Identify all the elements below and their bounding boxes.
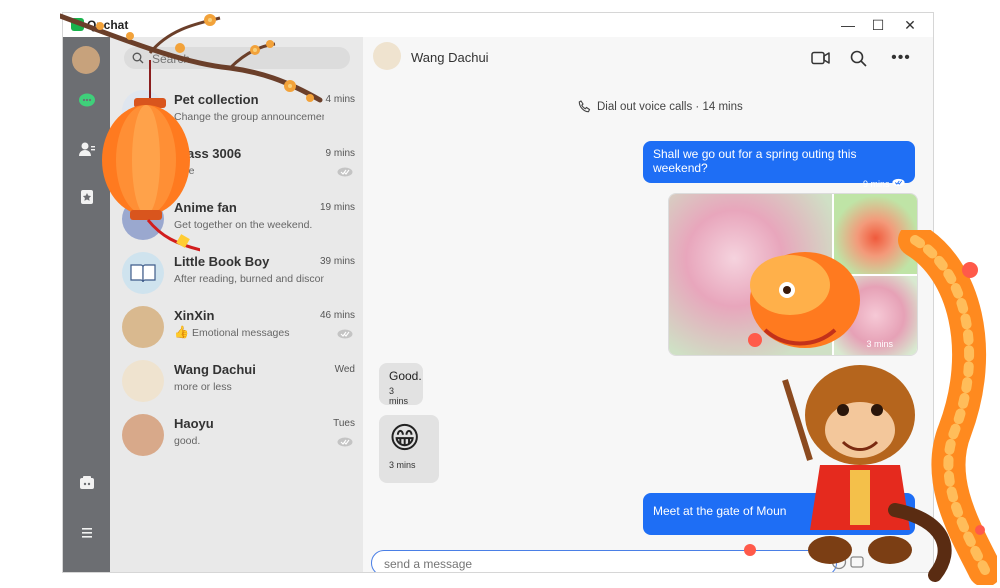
message-bubble-in[interactable]: 😁 3 mins xyxy=(379,415,439,483)
conversation-name: XinXin xyxy=(174,308,215,323)
conversation-item[interactable]: Wang Dachui more or less Wed xyxy=(110,355,363,409)
photo-red-flowers[interactable] xyxy=(834,194,917,274)
conversation-item[interactable]: Pet collection Change the group announce… xyxy=(110,85,363,139)
conversation-time: 19 mins xyxy=(319,202,355,213)
message-time: 3 mins xyxy=(866,339,893,349)
chat-header: Wang Dachui ••• xyxy=(363,37,933,79)
conversation-name: Anime fan xyxy=(174,200,237,215)
maximize-button[interactable]: ☐ xyxy=(863,15,893,35)
message-time: 3 mins xyxy=(389,386,409,406)
conversation-name: Class 3006 xyxy=(174,146,242,161)
conversation-time: Tues xyxy=(333,418,355,429)
avatar xyxy=(122,198,164,240)
conversation-item[interactable]: Little Book Boy After reading, burned an… xyxy=(110,247,363,301)
message-text: Meet at the gate of Moun xyxy=(653,504,787,518)
mini-program-icon[interactable] xyxy=(77,473,97,493)
message-input[interactable] xyxy=(382,554,806,572)
peer-avatar[interactable] xyxy=(373,42,401,70)
conversation-item[interactable]: Haoyu good. Tues xyxy=(110,409,363,463)
conversation-time: Wed xyxy=(334,364,355,375)
book-icon xyxy=(130,264,156,283)
conversation-preview: good. xyxy=(174,435,201,447)
chat-panel: Wang Dachui ••• Dial out voice calls · 1… xyxy=(363,37,933,572)
grin-emoji: 😁 xyxy=(389,422,421,455)
message-bubble-out[interactable]: Shall we go out for a spring outing this… xyxy=(643,141,915,189)
conversation-name: Haoyu xyxy=(174,416,214,431)
photo-cherry-blossom[interactable] xyxy=(669,194,832,355)
conversation-name: Pet collection xyxy=(174,92,259,107)
read-receipt-icon xyxy=(337,437,353,447)
conversation-time: 4 mins xyxy=(325,94,355,105)
message-composer[interactable] xyxy=(371,550,837,572)
conversation-time: 9 mins xyxy=(325,148,355,159)
search-input[interactable] xyxy=(150,49,344,69)
peer-name: Wang Dachui xyxy=(411,50,489,65)
conversation-list: Pet collection Change the group announce… xyxy=(110,37,363,572)
avatar xyxy=(122,144,164,186)
avatar xyxy=(122,90,164,132)
voice-icon[interactable] xyxy=(831,554,847,570)
conversation-preview: more or less xyxy=(174,381,232,393)
message-bubble-in[interactable]: Good. 3 mins xyxy=(379,363,423,406)
conversation-preview: Change the group announcement to“ ” xyxy=(174,111,324,123)
call-note-text: Dial out voice calls · 14 mins xyxy=(597,100,743,113)
close-button[interactable]: ✕ xyxy=(895,15,925,35)
read-receipt-icon xyxy=(892,178,905,187)
conversation-name: Wang Dachui xyxy=(174,362,256,377)
message-bubble-out[interactable]: Meet at the gate of Moun xyxy=(643,493,915,535)
phone-icon xyxy=(578,100,591,113)
avatar xyxy=(122,306,164,348)
minimize-button[interactable]: — xyxy=(833,15,863,35)
app-logo-icon xyxy=(71,18,84,31)
chat-search-button[interactable] xyxy=(846,47,870,69)
avatar xyxy=(122,252,164,294)
call-record[interactable]: Dial out voice calls · 14 mins xyxy=(578,100,743,113)
photo-message[interactable]: 3 mins xyxy=(668,193,918,356)
attachment-icon[interactable] xyxy=(849,554,865,570)
search-box[interactable] xyxy=(124,47,350,69)
app-title: Qpchat xyxy=(87,18,129,32)
conversation-preview: Emotional messages xyxy=(192,327,290,339)
app-window: Qpchat — ☐ ✕ Pet co xyxy=(62,12,934,573)
conversation-item[interactable]: XinXin Emotional messages 👍 46 mins xyxy=(110,301,363,355)
message-time: 3 mins xyxy=(389,460,416,470)
search-icon xyxy=(132,51,144,69)
conversation-time: 46 mins xyxy=(319,310,355,321)
conversation-preview: After reading, burned and discontinued. xyxy=(174,273,324,285)
conversation-item[interactable]: Class 3006 Fine 9 mins xyxy=(110,139,363,193)
message-time: 9 mins xyxy=(653,178,905,189)
message-text: Shall we go out for a spring outing this… xyxy=(653,147,857,175)
more-icon: ••• xyxy=(891,49,911,66)
conversation-preview: Get together on the weekend. xyxy=(174,219,313,231)
conversation-preview: Fine xyxy=(174,165,195,177)
menu-icon[interactable] xyxy=(77,523,97,543)
conversation-time: 39 mins xyxy=(319,256,355,267)
chat-icon[interactable] xyxy=(77,91,97,111)
message-text: Good. xyxy=(389,369,422,383)
more-options-button[interactable]: ••• xyxy=(889,47,913,69)
video-call-button[interactable] xyxy=(809,47,833,69)
nav-rail xyxy=(63,37,110,572)
conversation-name: Little Book Boy xyxy=(174,254,270,269)
self-avatar[interactable] xyxy=(72,46,100,74)
search-icon xyxy=(850,50,867,67)
thumbs-up-icon: 👍 xyxy=(174,325,189,339)
favorites-icon[interactable] xyxy=(77,187,97,207)
avatar xyxy=(122,414,164,456)
read-receipt-icon xyxy=(337,167,353,177)
contacts-icon[interactable] xyxy=(77,139,97,159)
conversation-item[interactable]: Anime fan Get together on the weekend. 1… xyxy=(110,193,363,247)
avatar xyxy=(122,360,164,402)
video-camera-icon xyxy=(811,51,830,65)
title-bar: Qpchat — ☐ ✕ xyxy=(63,13,933,37)
read-receipt-icon xyxy=(337,329,353,339)
